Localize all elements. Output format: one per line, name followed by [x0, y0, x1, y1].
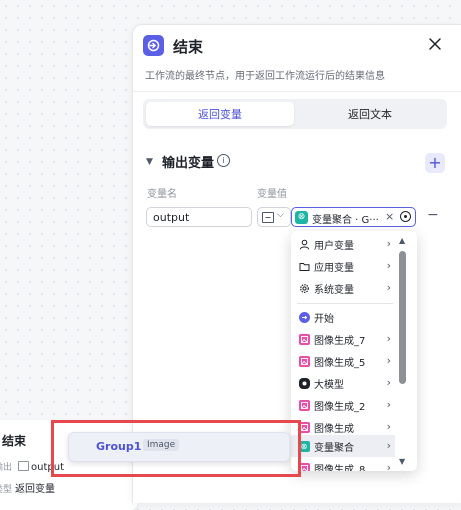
menu-item-user-variables[interactable]: 用户变量 › — [291, 233, 395, 255]
chevron-right-icon: › — [386, 439, 391, 452]
scroll-up-arrow-icon[interactable]: ▲ — [399, 236, 405, 245]
menu-item-node-image-gen-8[interactable]: 图像生成_8 › — [291, 457, 395, 471]
end-node-title: 结束 — [2, 434, 27, 448]
menu-item-label: 应用变量 — [314, 262, 354, 274]
menu-divider — [297, 303, 393, 304]
menu-item-label: 变量聚合 — [314, 442, 354, 454]
remove-variable-button[interactable]: − — [427, 207, 439, 223]
clear-reference-icon[interactable]: × — [385, 210, 394, 223]
menu-item-app-variables[interactable]: 应用变量 › — [291, 255, 395, 277]
menu-item-label: 图像生成 — [314, 423, 354, 435]
image-icon — [18, 461, 30, 471]
start-icon — [298, 311, 310, 323]
llm-icon — [298, 377, 310, 389]
aggregate-icon: ⊗ — [295, 211, 308, 224]
section-title: 输出变量 — [162, 156, 215, 171]
menu-item-node-image-gen-2[interactable]: 图像生成_2 › — [291, 394, 395, 416]
collapse-caret-icon[interactable]: ▼ — [146, 157, 153, 167]
chevron-right-icon: › — [386, 281, 391, 294]
header-divider — [133, 91, 461, 92]
chevron-right-icon: › — [386, 461, 391, 471]
scroll-down-arrow-icon[interactable]: ▼ — [399, 457, 405, 466]
image-gen-icon — [298, 462, 310, 471]
target-icon[interactable] — [400, 211, 411, 222]
image-gen-icon — [298, 399, 310, 411]
panel-description: 工作流的最终节点，用于返回工作流运行后的结果信息 — [145, 71, 385, 82]
end-node-type-prefix: 类型 — [0, 485, 13, 495]
chevron-right-icon: › — [386, 237, 391, 250]
menu-item-node-llm[interactable]: 大模型 › — [291, 372, 395, 394]
variable-picker-menu: 用户变量 › 应用变量 › 系统变量 › 开始 图像生成_7 › 图像生成_5 … — [291, 231, 417, 471]
variable-name-input[interactable] — [146, 207, 252, 227]
gear-icon — [298, 282, 310, 294]
menu-item-node-image-gen-5[interactable]: 图像生成_5 › — [291, 350, 395, 372]
end-node-output-prefix: 输出 — [0, 463, 13, 473]
menu-item-node-aggregate[interactable]: ⊗ 变量聚合 › — [291, 435, 395, 457]
end-node-type-row: 类型返回变量 — [0, 480, 55, 495]
group-type-badge: Image — [143, 439, 180, 451]
menu-item-label: 图像生成_2 — [314, 401, 366, 413]
tab-return-text[interactable]: 返回文本 — [296, 102, 444, 126]
column-header-value: 变量值 — [257, 189, 287, 200]
output-mode-tabs: 返回变量 返回文本 — [143, 99, 447, 129]
menu-item-label: 系统变量 — [314, 284, 354, 296]
folder-icon — [298, 260, 310, 272]
chevron-right-icon: › — [386, 420, 391, 433]
chevron-right-icon: › — [386, 332, 391, 345]
image-gen-icon — [298, 355, 310, 367]
image-gen-icon — [298, 421, 310, 433]
image-icon — [262, 212, 274, 223]
variable-reference-field[interactable]: ⊗ 变量聚合 · G··· × — [291, 207, 416, 227]
close-icon[interactable] — [428, 36, 442, 50]
menu-item-label: 大模型 — [314, 379, 344, 391]
menu-item-node-image-gen-7[interactable]: 图像生成_7 › — [291, 328, 395, 350]
menu-item-label: 用户变量 — [314, 240, 354, 252]
add-variable-button[interactable]: + — [425, 153, 445, 173]
end-node-icon — [143, 35, 164, 56]
drag-group-chip[interactable]: Group1 Image — [68, 432, 290, 462]
menu-item-label: 开始 — [314, 313, 334, 325]
panel-title: 结束 — [173, 38, 204, 56]
variable-reference-label: 变量聚合 · G··· — [312, 215, 379, 226]
scrollbar-thumb[interactable] — [399, 251, 406, 384]
chevron-right-icon: › — [386, 354, 391, 367]
menu-item-system-variables[interactable]: 系统变量 › — [291, 277, 395, 299]
info-icon[interactable]: i — [217, 154, 230, 167]
tab-return-variable[interactable]: 返回变量 — [146, 102, 294, 126]
menu-item-label: 图像生成_5 — [314, 357, 366, 369]
end-node-output-value: output — [31, 462, 64, 473]
column-header-name: 变量名 — [147, 189, 177, 200]
chevron-right-icon: › — [386, 398, 391, 411]
chevron-right-icon: › — [386, 259, 391, 272]
end-node-type-value: 返回变量 — [15, 484, 56, 495]
menu-item-label: 图像生成_8 — [314, 464, 366, 472]
end-node-output-row: 输出 output — [0, 460, 64, 473]
menu-item-label: 图像生成_7 — [314, 335, 366, 347]
chevron-down-icon: ⌵ — [277, 210, 284, 220]
menu-item-node-start[interactable]: 开始 — [291, 306, 395, 328]
chevron-right-icon: › — [386, 376, 391, 389]
variable-type-select[interactable]: ⌵ — [257, 207, 291, 227]
image-gen-icon — [298, 333, 310, 345]
aggregate-icon: ⊗ — [298, 440, 310, 452]
user-icon — [298, 238, 310, 250]
group-name: Group1 — [96, 440, 142, 453]
